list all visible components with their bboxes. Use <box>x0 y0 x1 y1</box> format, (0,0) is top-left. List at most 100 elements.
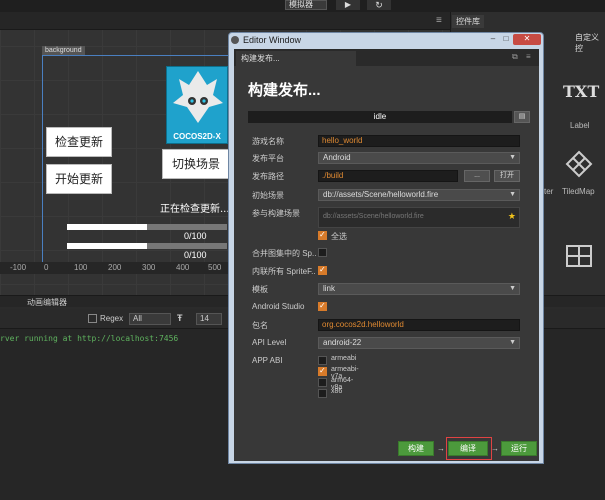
build-path-label: 发布路径 <box>252 172 284 181</box>
logo-text: COCOS2D-X <box>173 132 221 141</box>
build-path-input[interactable]: ./build <box>318 170 458 182</box>
browse-button[interactable]: ... <box>464 170 490 182</box>
platform-select[interactable]: Android ▼ <box>318 152 520 164</box>
window-title: Editor Window <box>243 35 302 45</box>
scene-header <box>0 12 450 30</box>
cocos-logo: COCOS2D-X <box>166 66 228 144</box>
android-studio-checkbox[interactable] <box>318 301 327 311</box>
switch-scene-button[interactable]: 切换场景 <box>162 149 230 179</box>
abi-checkbox[interactable] <box>318 378 327 387</box>
refresh-button[interactable]: ↻ <box>367 0 391 10</box>
animation-editor-tab[interactable]: 动画编辑器 <box>27 297 67 308</box>
document-icon[interactable]: ▤ <box>514 111 530 123</box>
build-scenes-list: db://assets/Scene/helloworld.fire ★ <box>318 207 520 228</box>
ruler-tick: 400 <box>176 263 190 272</box>
progress-fill-1 <box>67 224 147 230</box>
build-scenes-label: 参与构建场景 <box>252 209 300 218</box>
ruler-tick: 0 <box>44 263 49 272</box>
progress-value-1: 0/100 <box>184 231 207 241</box>
select-all-label: 全选 <box>331 232 347 241</box>
editor-window: Editor Window – □ ✕ 构建发布... ⧉ ≡ 构建发布... … <box>228 32 544 464</box>
arrow-right-icon: → <box>437 444 445 453</box>
cocos-mascot-icon <box>173 71 223 123</box>
regex-checkbox[interactable] <box>88 314 97 323</box>
open-folder-button[interactable]: 打开 <box>494 170 520 182</box>
app-abi-label: APP ABI <box>252 356 283 365</box>
template-select[interactable]: link ▼ <box>318 283 520 295</box>
maximize-icon[interactable]: □ <box>500 34 512 45</box>
custom-widget-tab[interactable]: 自定义控 <box>575 32 605 54</box>
abi-checkbox[interactable] <box>318 356 327 365</box>
tab-build[interactable]: 构建发布... <box>236 51 356 66</box>
tiledmap-icon[interactable] <box>565 150 593 178</box>
chevron-down-icon: ▼ <box>509 339 516 346</box>
build-form: 游戏名称 hello_world 发布平台 Android ▼ 发布路径 ./bu… <box>252 133 532 421</box>
menu-icon[interactable]: ≡ <box>436 15 442 26</box>
scene-list-item[interactable]: db://assets/Scene/helloworld.fire <box>323 213 424 220</box>
game-name-input[interactable]: hello_world <box>318 135 520 147</box>
start-update-button[interactable]: 开始更新 <box>46 164 112 194</box>
progress-value-2: 0/100 <box>184 250 207 260</box>
window-app-icon <box>231 36 239 44</box>
chevron-down-icon: ▼ <box>509 285 516 292</box>
minimize-icon[interactable]: – <box>487 34 499 45</box>
check-update-button[interactable]: 检查更新 <box>46 127 112 157</box>
template-value: link <box>323 284 336 293</box>
ruler-tick: 100 <box>74 263 88 272</box>
start-scene-select[interactable]: db://assets/Scene/helloworld.fire ▼ <box>318 189 520 201</box>
game-name-label: 游戏名称 <box>252 137 284 146</box>
background-node-label: background <box>42 46 85 55</box>
play-button[interactable]: ▶ <box>336 0 360 10</box>
build-state: idle <box>248 111 512 123</box>
api-level-select[interactable]: android-22 ▼ <box>318 337 520 349</box>
ruler-tick: 300 <box>142 263 156 272</box>
menu-icon[interactable]: ≡ <box>526 52 531 61</box>
package-label: 包名 <box>252 321 268 330</box>
regex-label: Regex <box>100 314 124 323</box>
android-studio-label: Android Studio <box>252 302 305 311</box>
layout-grid-icon[interactable] <box>566 245 592 267</box>
package-input[interactable]: org.cocos2d.helloworld <box>318 319 520 331</box>
highlight-box <box>446 437 492 460</box>
start-scene-label: 初始场景 <box>252 191 284 200</box>
build-button[interactable]: 构建 <box>398 441 434 456</box>
platform-label: 发布平台 <box>252 154 284 163</box>
label-widget-name: Label <box>570 121 590 130</box>
log-level-select[interactable]: All <box>129 313 171 325</box>
window-content: 构建发布... ⧉ ≡ 构建发布... idle ▤ 游戏名称 hello_wo… <box>234 49 539 461</box>
start-scene-value: db://assets/Scene/helloworld.fire <box>323 190 439 199</box>
run-button[interactable]: 运行 <box>501 441 537 456</box>
popout-icon[interactable]: ⧉ <box>512 52 518 62</box>
abi-checkbox[interactable] <box>318 366 327 376</box>
ruler-tick: 200 <box>108 263 122 272</box>
arrow-right-icon: → <box>491 444 499 453</box>
abi-name: armeabi <box>331 355 357 362</box>
ruler: -100 0 100 200 300 400 500 <box>0 262 230 274</box>
merge-atlas-checkbox[interactable] <box>318 248 327 257</box>
ruler-tick: -100 <box>10 263 27 272</box>
dialog-heading: 构建发布... <box>248 82 321 99</box>
api-level-value: android-22 <box>323 338 362 347</box>
font-size-icon: Ŧ <box>177 313 183 323</box>
select-all-checkbox[interactable] <box>318 230 327 240</box>
api-level-label: API Level <box>252 338 287 347</box>
star-icon[interactable]: ★ <box>508 211 516 222</box>
console-log-line: rver running at http://localhost:7456 <box>0 334 179 343</box>
label-widget-icon[interactable]: TXT <box>563 82 599 101</box>
abi-checkbox[interactable] <box>318 389 327 398</box>
simulator-select[interactable]: 模拟器 <box>285 0 327 10</box>
chevron-down-icon: ▼ <box>509 154 516 161</box>
status-text: 正在检查更新... <box>160 204 230 215</box>
inline-spriteframes-checkbox[interactable] <box>318 265 327 275</box>
chevron-down-icon: ▼ <box>509 191 516 198</box>
font-size-select[interactable]: 14 <box>196 313 222 325</box>
close-icon[interactable]: ✕ <box>513 34 541 45</box>
tiledmap-widget-name: TiledMap <box>562 187 595 196</box>
widget-library-tab[interactable]: 控件库 <box>452 15 484 28</box>
progress-bar-2 <box>67 243 227 249</box>
inline-spriteframes-label: 内联所有 SpriteF... <box>252 267 316 276</box>
progress-bar-1 <box>67 224 227 230</box>
abi-name: x86 <box>331 388 343 395</box>
merge-atlas-label: 合并图集中的 Sp... <box>252 249 316 258</box>
template-label: 模板 <box>252 285 268 294</box>
